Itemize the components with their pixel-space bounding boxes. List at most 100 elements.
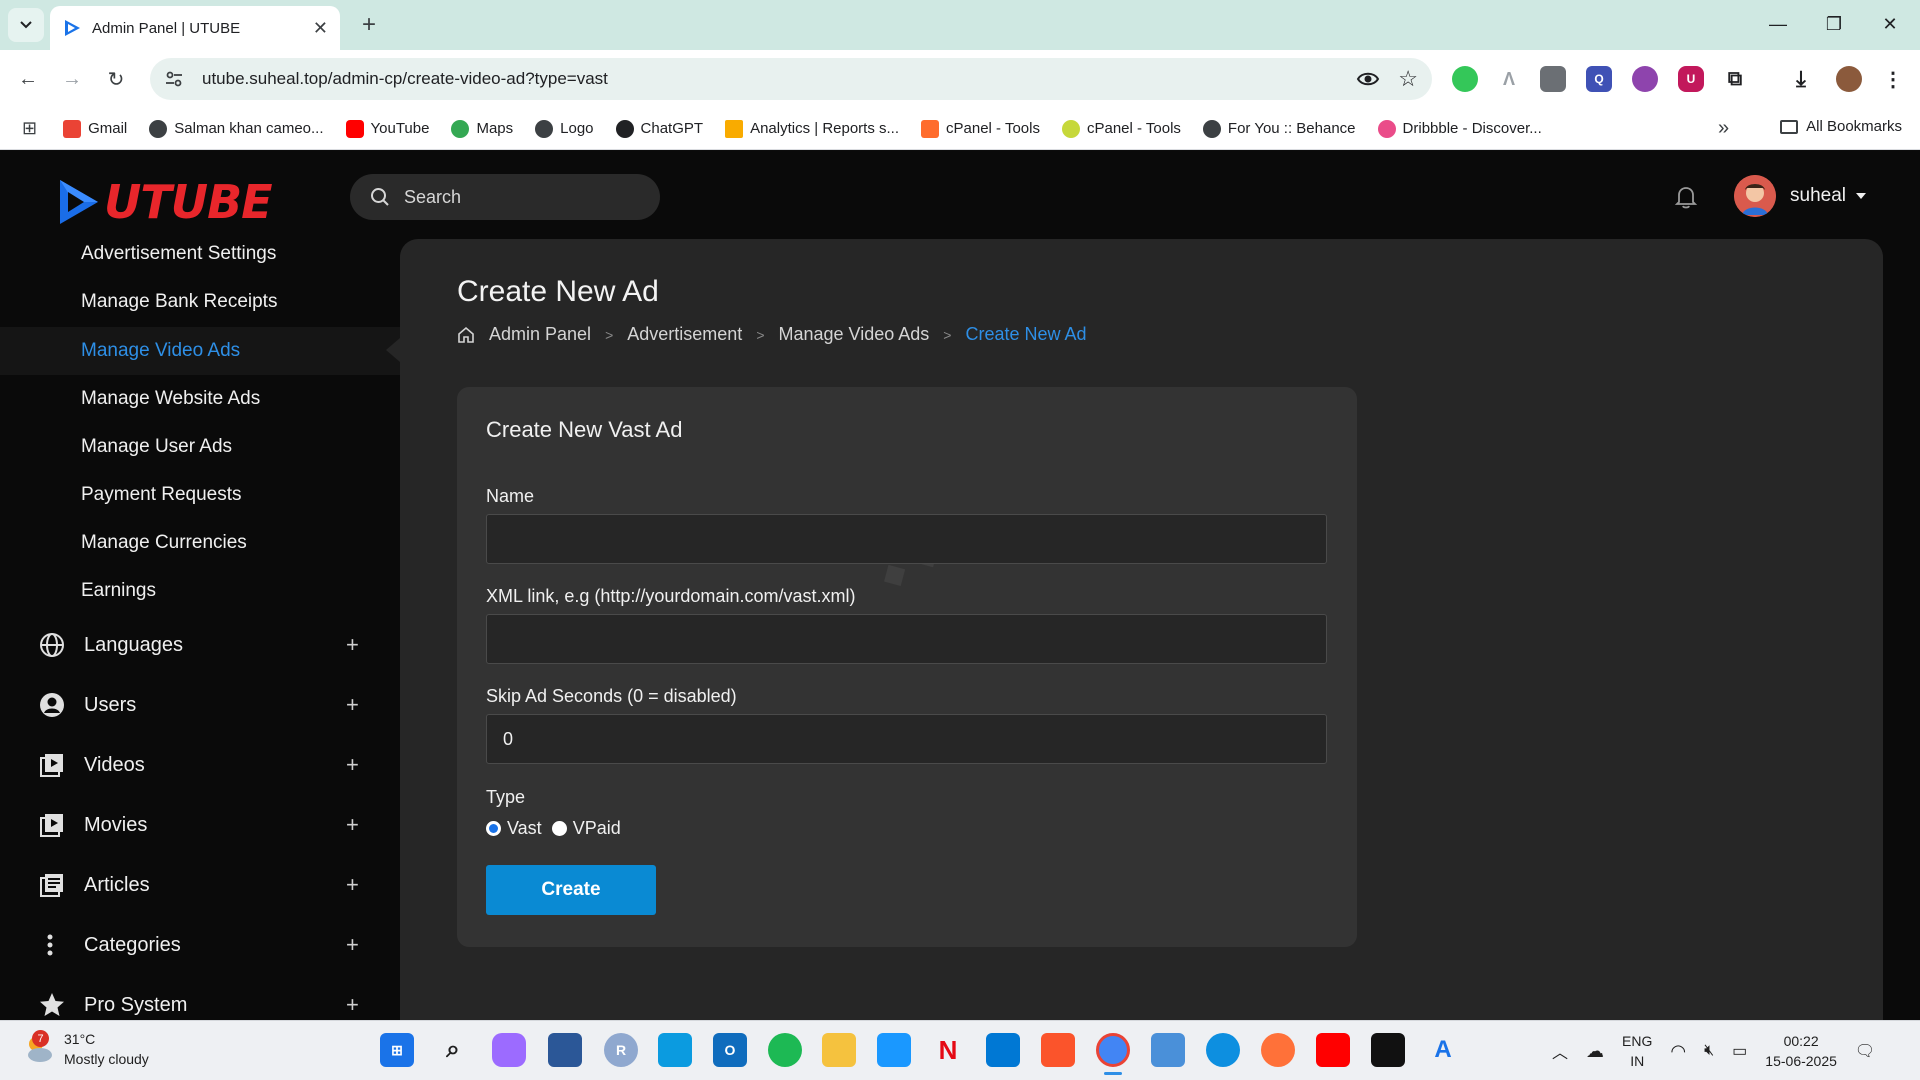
- outlook-icon[interactable]: O: [713, 1033, 747, 1067]
- chevron-up-icon[interactable]: ︿: [1552, 1039, 1568, 1063]
- firefox-icon[interactable]: [1261, 1033, 1295, 1067]
- tab-search-button[interactable]: [8, 8, 44, 42]
- sidebar-item-videos[interactable]: Videos +: [0, 740, 400, 790]
- create-button[interactable]: Create: [486, 865, 656, 915]
- browser-tab-active[interactable]: Admin Panel | UTUBE ✕: [50, 6, 340, 50]
- profile-avatar-icon[interactable]: [1836, 66, 1862, 92]
- close-tab-icon[interactable]: ✕: [313, 18, 328, 39]
- spotify-icon[interactable]: [768, 1033, 802, 1067]
- home-icon[interactable]: [457, 326, 475, 344]
- sidebar-item-advertisement-settings[interactable]: Advertisement Settings: [0, 231, 400, 277]
- user-menu[interactable]: suheal: [1734, 175, 1866, 217]
- site-settings-icon[interactable]: [164, 69, 184, 89]
- app-r-icon[interactable]: R: [604, 1033, 638, 1067]
- more-bookmarks-icon[interactable]: »: [1718, 117, 1729, 140]
- windows-start-icon[interactable]: ⊞: [380, 1033, 414, 1067]
- search-icon[interactable]: ⌕: [436, 1033, 470, 1067]
- eye-icon[interactable]: [1356, 67, 1380, 91]
- youtube-icon[interactable]: [1316, 1033, 1350, 1067]
- address-bar[interactable]: utube.suheal.top/admin-cp/create-video-a…: [150, 58, 1432, 100]
- bookmark-star-icon[interactable]: ☆: [1398, 66, 1418, 92]
- bookmark-analytics[interactable]: Analytics | Reports s...: [725, 119, 899, 138]
- bookmark-gmail[interactable]: Gmail: [63, 119, 127, 138]
- netflix-icon[interactable]: N: [931, 1033, 965, 1067]
- search-input[interactable]: Search: [350, 174, 660, 220]
- bell-icon[interactable]: [1672, 183, 1700, 211]
- capcut-icon[interactable]: [1371, 1033, 1405, 1067]
- radio-vast-label[interactable]: Vast: [507, 818, 542, 839]
- reload-button[interactable]: ↻: [100, 63, 132, 95]
- sidebar-item-payment-requests[interactable]: Payment Requests: [0, 472, 400, 518]
- expand-plus-icon[interactable]: +: [346, 692, 359, 718]
- forward-button[interactable]: →: [56, 63, 88, 95]
- extension-shield-icon[interactable]: U: [1678, 66, 1704, 92]
- bookmark-cpanel-1[interactable]: cPanel - Tools: [921, 119, 1040, 138]
- bookmark-logo[interactable]: Logo: [535, 119, 594, 138]
- all-bookmarks-button[interactable]: All Bookmarks: [1780, 118, 1902, 135]
- expand-plus-icon[interactable]: +: [346, 932, 359, 958]
- battery-icon[interactable]: ▭: [1732, 1041, 1747, 1061]
- radio-vpaid[interactable]: [551, 821, 567, 836]
- bookmark-maps[interactable]: Maps: [451, 119, 513, 138]
- extension-search-icon[interactable]: Q: [1586, 66, 1612, 92]
- radio-vpaid-label[interactable]: VPaid: [573, 818, 621, 839]
- prime-video-icon[interactable]: [877, 1033, 911, 1067]
- app-a-icon[interactable]: A: [1426, 1033, 1460, 1067]
- extension-window-icon[interactable]: [1540, 66, 1566, 92]
- sidebar-item-categories[interactable]: Categories +: [0, 920, 400, 970]
- clock[interactable]: 00:22 15-06-2025: [1765, 1031, 1837, 1071]
- skip-seconds-field[interactable]: 0: [486, 714, 1327, 764]
- file-explorer-icon[interactable]: [822, 1033, 856, 1067]
- sidebar-item-articles[interactable]: Articles +: [0, 860, 400, 910]
- new-tab-button[interactable]: +: [354, 10, 384, 40]
- weather-widget[interactable]: 7 31°C Mostly cloudy: [22, 1029, 149, 1069]
- notification-icon[interactable]: 🗨︎: [1855, 1041, 1875, 1061]
- breadcrumb-manage-video-ads[interactable]: Manage Video Ads: [779, 324, 930, 345]
- sidebar-item-movies[interactable]: Movies +: [0, 800, 400, 850]
- sidebar-item-manage-video-ads[interactable]: Manage Video Ads: [0, 327, 400, 375]
- mute-speaker-icon[interactable]: 🔇︎: [1704, 1042, 1714, 1060]
- restore-button[interactable]: ❐: [1806, 8, 1862, 40]
- language-indicator[interactable]: ENG IN: [1622, 1031, 1652, 1071]
- notepad-icon[interactable]: [1151, 1033, 1185, 1067]
- vscode-icon[interactable]: [986, 1033, 1020, 1067]
- expand-plus-icon[interactable]: +: [346, 752, 359, 778]
- copilot-icon[interactable]: [492, 1033, 526, 1067]
- name-field[interactable]: [486, 514, 1327, 564]
- wifi-icon[interactable]: ◠: [1670, 1041, 1686, 1062]
- expand-plus-icon[interactable]: +: [346, 632, 359, 658]
- utube-logo[interactable]: UTUBE: [56, 175, 273, 229]
- breadcrumb-admin-panel[interactable]: Admin Panel: [489, 324, 591, 345]
- onedrive-icon[interactable]: ☁: [1586, 1041, 1604, 1062]
- xml-link-field[interactable]: [486, 614, 1327, 664]
- sidebar-item-manage-currencies[interactable]: Manage Currencies: [0, 520, 400, 566]
- breadcrumb-advertisement[interactable]: Advertisement: [627, 324, 742, 345]
- extension-a-icon[interactable]: Λ: [1496, 66, 1522, 92]
- expand-plus-icon[interactable]: +: [346, 992, 359, 1018]
- bookmark-chatgpt[interactable]: ChatGPT: [615, 119, 703, 138]
- sidebar-item-pro-system[interactable]: Pro System +: [0, 980, 400, 1020]
- close-window-button[interactable]: ✕: [1862, 8, 1918, 40]
- apps-grid-icon[interactable]: ⊞: [22, 118, 37, 139]
- radio-vast[interactable]: [486, 821, 501, 836]
- bookmark-salman[interactable]: Salman khan cameo...: [149, 119, 324, 138]
- browser-menu-icon[interactable]: ⋮: [1880, 66, 1906, 92]
- sidebar-item-earnings[interactable]: Earnings: [0, 568, 400, 614]
- minimize-button[interactable]: —: [1750, 8, 1806, 40]
- sidebar-item-manage-website-ads[interactable]: Manage Website Ads: [0, 376, 400, 422]
- sidebar-item-manage-bank-receipts[interactable]: Manage Bank Receipts: [0, 279, 400, 325]
- download-icon[interactable]: ⤓: [1788, 66, 1814, 92]
- bookmark-youtube[interactable]: YouTube: [345, 119, 429, 138]
- edge-icon[interactable]: [1206, 1033, 1240, 1067]
- bookmark-behance[interactable]: For You :: Behance: [1202, 119, 1356, 138]
- chrome-icon[interactable]: [1096, 1033, 1130, 1067]
- expand-plus-icon[interactable]: +: [346, 812, 359, 838]
- sidebar-item-users[interactable]: Users +: [0, 680, 400, 730]
- expand-plus-icon[interactable]: +: [346, 872, 359, 898]
- bookmark-dribbble[interactable]: Dribbble - Discover...: [1377, 119, 1542, 138]
- extension-green-icon[interactable]: [1452, 66, 1478, 92]
- extension-copilot-icon[interactable]: [1632, 66, 1658, 92]
- app-icon-2[interactable]: [658, 1033, 692, 1067]
- back-button[interactable]: ←: [12, 63, 44, 95]
- extensions-puzzle-icon[interactable]: ⧉: [1722, 66, 1748, 92]
